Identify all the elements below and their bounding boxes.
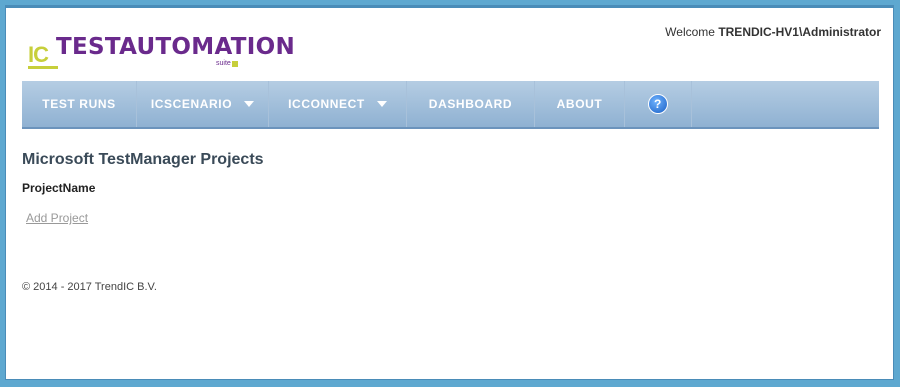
logo-name: TESTAUTOMATION bbox=[56, 34, 296, 60]
nav-about-label: ABOUT bbox=[556, 97, 603, 111]
nav-help[interactable]: ? bbox=[625, 81, 692, 127]
window-top-border bbox=[6, 6, 893, 8]
nav-about[interactable]: ABOUT bbox=[535, 81, 625, 127]
nav-icscenario[interactable]: ICSCENARIO bbox=[137, 81, 269, 127]
add-project-link[interactable]: Add Project bbox=[26, 211, 88, 225]
logo-suffix: suite bbox=[216, 60, 231, 67]
logo-square-icon bbox=[232, 61, 238, 67]
welcome-prefix: Welcome bbox=[665, 25, 715, 39]
nav-test-runs[interactable]: TEST RUNS bbox=[22, 81, 137, 127]
browser-window: IC TESTAUTOMATION suite Welcome TRENDIC-… bbox=[5, 5, 894, 380]
nav-icconnect[interactable]: ICCONNECT bbox=[269, 81, 407, 127]
column-header-projectname: ProjectName bbox=[22, 181, 96, 195]
nav-icscenario-label: ICSCENARIO bbox=[150, 97, 233, 111]
page-title: Microsoft TestManager Projects bbox=[22, 151, 264, 168]
nav-icconnect-label: ICCONNECT bbox=[288, 97, 365, 111]
username: TRENDIC-HV1\Administrator bbox=[718, 25, 881, 39]
chevron-down-icon bbox=[376, 101, 387, 107]
nav-dashboard-label: DASHBOARD bbox=[428, 97, 513, 111]
chevron-down-icon bbox=[244, 101, 255, 107]
nav-dashboard[interactable]: DASHBOARD bbox=[407, 81, 535, 127]
logo-prefix: IC bbox=[28, 44, 58, 69]
footer-copyright: © 2014 - 2017 TrendIC B.V. bbox=[22, 281, 157, 293]
logo[interactable]: IC TESTAUTOMATION suite bbox=[28, 34, 295, 70]
help-icon: ? bbox=[648, 94, 668, 114]
nav-test-runs-label: TEST RUNS bbox=[42, 97, 116, 111]
main-nav: TEST RUNS ICSCENARIO ICCONNECT DASHBOARD… bbox=[22, 81, 879, 129]
welcome-message: Welcome TRENDIC-HV1\Administrator bbox=[665, 25, 881, 39]
